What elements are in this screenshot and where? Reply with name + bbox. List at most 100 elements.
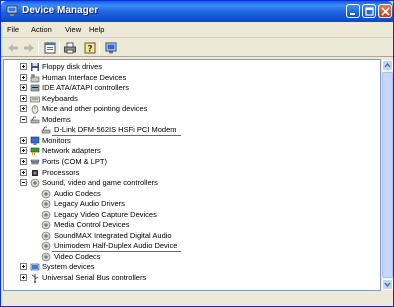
device-tree[interactable]: Floppy disk drives Human Interface Device… [3, 59, 381, 291]
maximize-icon [365, 7, 374, 16]
tree-item[interactable]: Legacy Audio Drivers [4, 199, 380, 209]
menu-view[interactable]: View [65, 25, 81, 34]
collapse-minus-icon[interactable] [20, 179, 27, 187]
monitor-icon [30, 136, 40, 145]
tree-item[interactable]: Media Control Devices [4, 220, 380, 230]
chevron-up-icon [384, 62, 391, 68]
scroll-up-button[interactable] [382, 60, 393, 71]
tree-item-label: Sound, video and game controllers [42, 178, 158, 188]
toolbar: ? [1, 39, 393, 57]
minimize-button[interactable] [346, 4, 360, 18]
back-icon[interactable] [6, 41, 20, 55]
toolbar-separator [59, 41, 60, 55]
expand-plus-icon[interactable] [20, 105, 27, 113]
expand-plus-icon[interactable] [20, 274, 27, 281]
sound-icon [41, 199, 51, 209]
tree-item[interactable]: Processors [4, 168, 380, 178]
tree-item-label: Unimodem Half-Duplex Audio Device [54, 241, 178, 251]
tree-item-label: Legacy Audio Drivers [54, 199, 125, 209]
maximize-button[interactable] [362, 4, 376, 18]
tree-item-label: Floppy disk drives [42, 62, 103, 71]
status-bar [1, 293, 393, 306]
tree-item-label: Mice and other pointing devices [42, 104, 148, 114]
help-icon[interactable]: ? [83, 41, 97, 55]
tree-item[interactable]: Floppy disk drives [4, 62, 380, 72]
menu-file[interactable]: File [7, 25, 19, 34]
properties-icon[interactable] [43, 41, 57, 55]
toolbar-separator [99, 41, 100, 55]
sound-icon [41, 210, 51, 219]
forward-icon[interactable] [22, 41, 36, 55]
tree-item[interactable]: Legacy Video Capture Devices [4, 210, 380, 220]
mouse-icon [31, 105, 39, 114]
close-icon [381, 7, 390, 16]
sound-icon [41, 242, 51, 251]
expand-plus-icon[interactable] [20, 84, 27, 92]
svg-text:?: ? [87, 45, 92, 55]
keyboard-icon [30, 96, 40, 102]
tree-item[interactable]: Unimodem Half-Duplex Audio Device [4, 241, 380, 251]
tree-item[interactable]: IDE ATA/ATAPI controllers [4, 83, 380, 93]
tree-item-label: Processors [42, 167, 80, 177]
device-manager-icon [6, 5, 18, 16]
minimize-icon [350, 13, 355, 15]
tree-item[interactable]: Audio Codecs [4, 189, 380, 199]
tree-item[interactable]: Monitors [4, 136, 380, 146]
tree-item[interactable]: Keyboards [4, 94, 380, 104]
network-icon [30, 148, 40, 156]
expand-plus-icon[interactable] [20, 136, 27, 144]
expand-plus-icon[interactable] [20, 147, 27, 155]
collapse-minus-icon[interactable] [20, 115, 27, 123]
tree-item[interactable]: Modems [4, 115, 380, 125]
tree-item-label: Audio Codecs [54, 188, 101, 198]
modem-icon [41, 126, 51, 134]
sound-icon [41, 231, 51, 241]
sound-icon [41, 189, 51, 198]
tree-item-label: Modems [42, 114, 71, 124]
floppy-icon [31, 63, 39, 71]
toolbar-separator [38, 41, 39, 55]
system-icon [30, 264, 40, 271]
tree-item[interactable]: D-Link DFM-562IS HSFi PCI Modem [4, 125, 380, 135]
tree-item[interactable]: System devices [4, 262, 380, 272]
tree-item-label: IDE ATA/ATAPI controllers [42, 83, 129, 93]
tree-item-label: Monitors [42, 135, 71, 145]
ide-icon [30, 84, 40, 92]
close-button[interactable] [378, 4, 392, 18]
tree-item[interactable]: Sound, video and game controllers [4, 178, 380, 188]
tree-item-label: SoundMAX Integrated Digital Audio [54, 230, 172, 240]
scroll-thumb[interactable] [382, 72, 393, 278]
expand-plus-icon[interactable] [20, 63, 27, 70]
menu-help[interactable]: Help [89, 25, 104, 34]
tree-item[interactable]: Mice and other pointing devices [4, 104, 380, 114]
expand-plus-icon[interactable] [20, 94, 27, 102]
tree-item-label: Human Interface Devices [42, 72, 127, 82]
tree-item-label: D-Link DFM-562IS HSFi PCI Modem [54, 125, 177, 135]
scan-icon[interactable] [104, 41, 118, 55]
tree-item-label: Universal Serial Bus controllers [42, 273, 147, 282]
vertical-scrollbar[interactable] [381, 59, 393, 291]
tree-item[interactable]: Ports (COM & LPT) [4, 157, 380, 167]
tree-item-label: Media Control Devices [54, 220, 130, 230]
tree-item-label: Ports (COM & LPT) [42, 156, 108, 166]
expand-plus-icon[interactable] [20, 73, 27, 81]
tree-item[interactable]: Universal Serial Bus controllers [4, 273, 380, 283]
processor-icon [32, 169, 38, 176]
tree-item[interactable]: Human Interface Devices [4, 73, 380, 83]
expand-plus-icon[interactable] [20, 157, 27, 165]
menu-bar: File Action View Help [1, 22, 393, 38]
tree-item[interactable]: Video Codecs [4, 252, 380, 262]
tree-item[interactable]: SoundMAX Integrated Digital Audio [4, 231, 380, 241]
scroll-down-button[interactable] [382, 279, 393, 290]
usb-icon [31, 274, 39, 283]
expand-plus-icon[interactable] [20, 168, 27, 176]
window-title: Device Manager [22, 5, 99, 16]
sound-icon [41, 220, 51, 230]
expand-plus-icon[interactable] [20, 263, 27, 271]
menu-action[interactable]: Action [31, 25, 52, 34]
title-bar[interactable]: Device Manager [1, 1, 393, 22]
sound-icon [41, 252, 51, 262]
tree-item[interactable]: Network adapters [4, 146, 380, 156]
print-icon[interactable] [63, 41, 77, 55]
sound-icon [30, 178, 40, 188]
